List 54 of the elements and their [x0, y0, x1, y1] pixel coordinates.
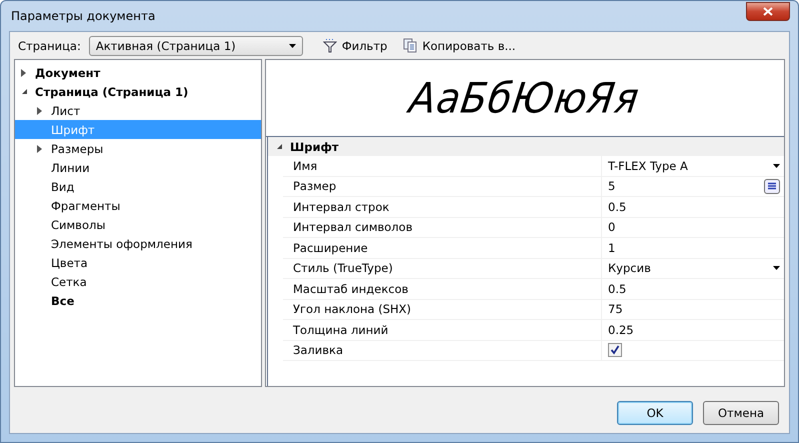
page-label: Страница: [18, 38, 81, 52]
tree-item[interactable]: Страница (Страница 1) [15, 82, 261, 101]
tree-item[interactable]: Элементы оформления [15, 234, 261, 253]
property-name: Размер [283, 176, 602, 196]
property-name: Стиль (TrueType) [283, 258, 602, 278]
tree-item[interactable]: Фрагменты [15, 196, 261, 215]
property-value[interactable]: 0.5 [608, 282, 626, 296]
property-value[interactable]: 75 [608, 302, 623, 316]
property-value[interactable]: Курсив [608, 261, 651, 276]
tree-item[interactable]: Лист [15, 101, 261, 120]
property-name: Интервал символов [283, 218, 602, 237]
property-name: Интервал строк [283, 197, 602, 216]
tree-item[interactable]: Документ [15, 63, 261, 82]
tree-item[interactable]: Размеры [15, 139, 261, 158]
property-value[interactable]: 1 [608, 240, 616, 255]
category-header[interactable]: Шрифт [268, 137, 784, 156]
expand-arrow-icon[interactable] [21, 68, 26, 76]
dialog-button[interactable]: Отмена [703, 401, 779, 425]
window-title: Параметры документа [11, 9, 156, 23]
list-icon [767, 182, 777, 190]
dialog-button[interactable]: OK [617, 401, 693, 425]
copy-button[interactable]: Копировать в... [399, 36, 520, 55]
property-value[interactable]: T-FLEX Type A [608, 158, 688, 173]
dropdown-arrow-icon[interactable] [773, 266, 780, 270]
close-icon [763, 6, 773, 16]
filter-button[interactable]: Фильтр [318, 36, 392, 54]
collapse-arrow-icon[interactable] [276, 143, 282, 150]
tree-item[interactable]: Сетка [15, 272, 261, 291]
property-name: Расширение [283, 238, 602, 258]
property-name: Масштаб индексов [283, 279, 602, 298]
tree-item[interactable]: Вид [15, 177, 261, 196]
property-value[interactable]: 5 [608, 179, 616, 194]
property-value[interactable]: 0.25 [608, 322, 634, 337]
tree-item[interactable]: Все [15, 291, 261, 310]
list-button[interactable] [764, 178, 780, 194]
filter-icon [322, 38, 337, 52]
property-name: Заливка [283, 340, 602, 360]
tree-item[interactable]: Цвета [15, 253, 261, 272]
property-value[interactable]: 0.5 [608, 200, 626, 214]
page-dropdown[interactable]: Активная (Страница 1) [88, 36, 303, 56]
checkbox[interactable] [608, 343, 622, 358]
property-name: Имя [283, 156, 602, 176]
expand-arrow-icon[interactable] [37, 144, 42, 152]
tree-item[interactable]: Символы [15, 215, 261, 234]
dropdown-arrow-icon[interactable] [288, 44, 296, 48]
property-name: Толщина линий [283, 320, 602, 340]
collapse-arrow-icon[interactable] [21, 88, 28, 95]
close-button[interactable] [746, 2, 790, 20]
dropdown-arrow-icon[interactable] [773, 164, 780, 168]
expand-arrow-icon[interactable] [37, 106, 42, 114]
copy-icon [403, 38, 418, 53]
property-name: Угол наклона (SHX) [283, 300, 602, 319]
tree-item[interactable]: Линии [15, 158, 261, 177]
property-value[interactable]: 0 [608, 220, 616, 234]
